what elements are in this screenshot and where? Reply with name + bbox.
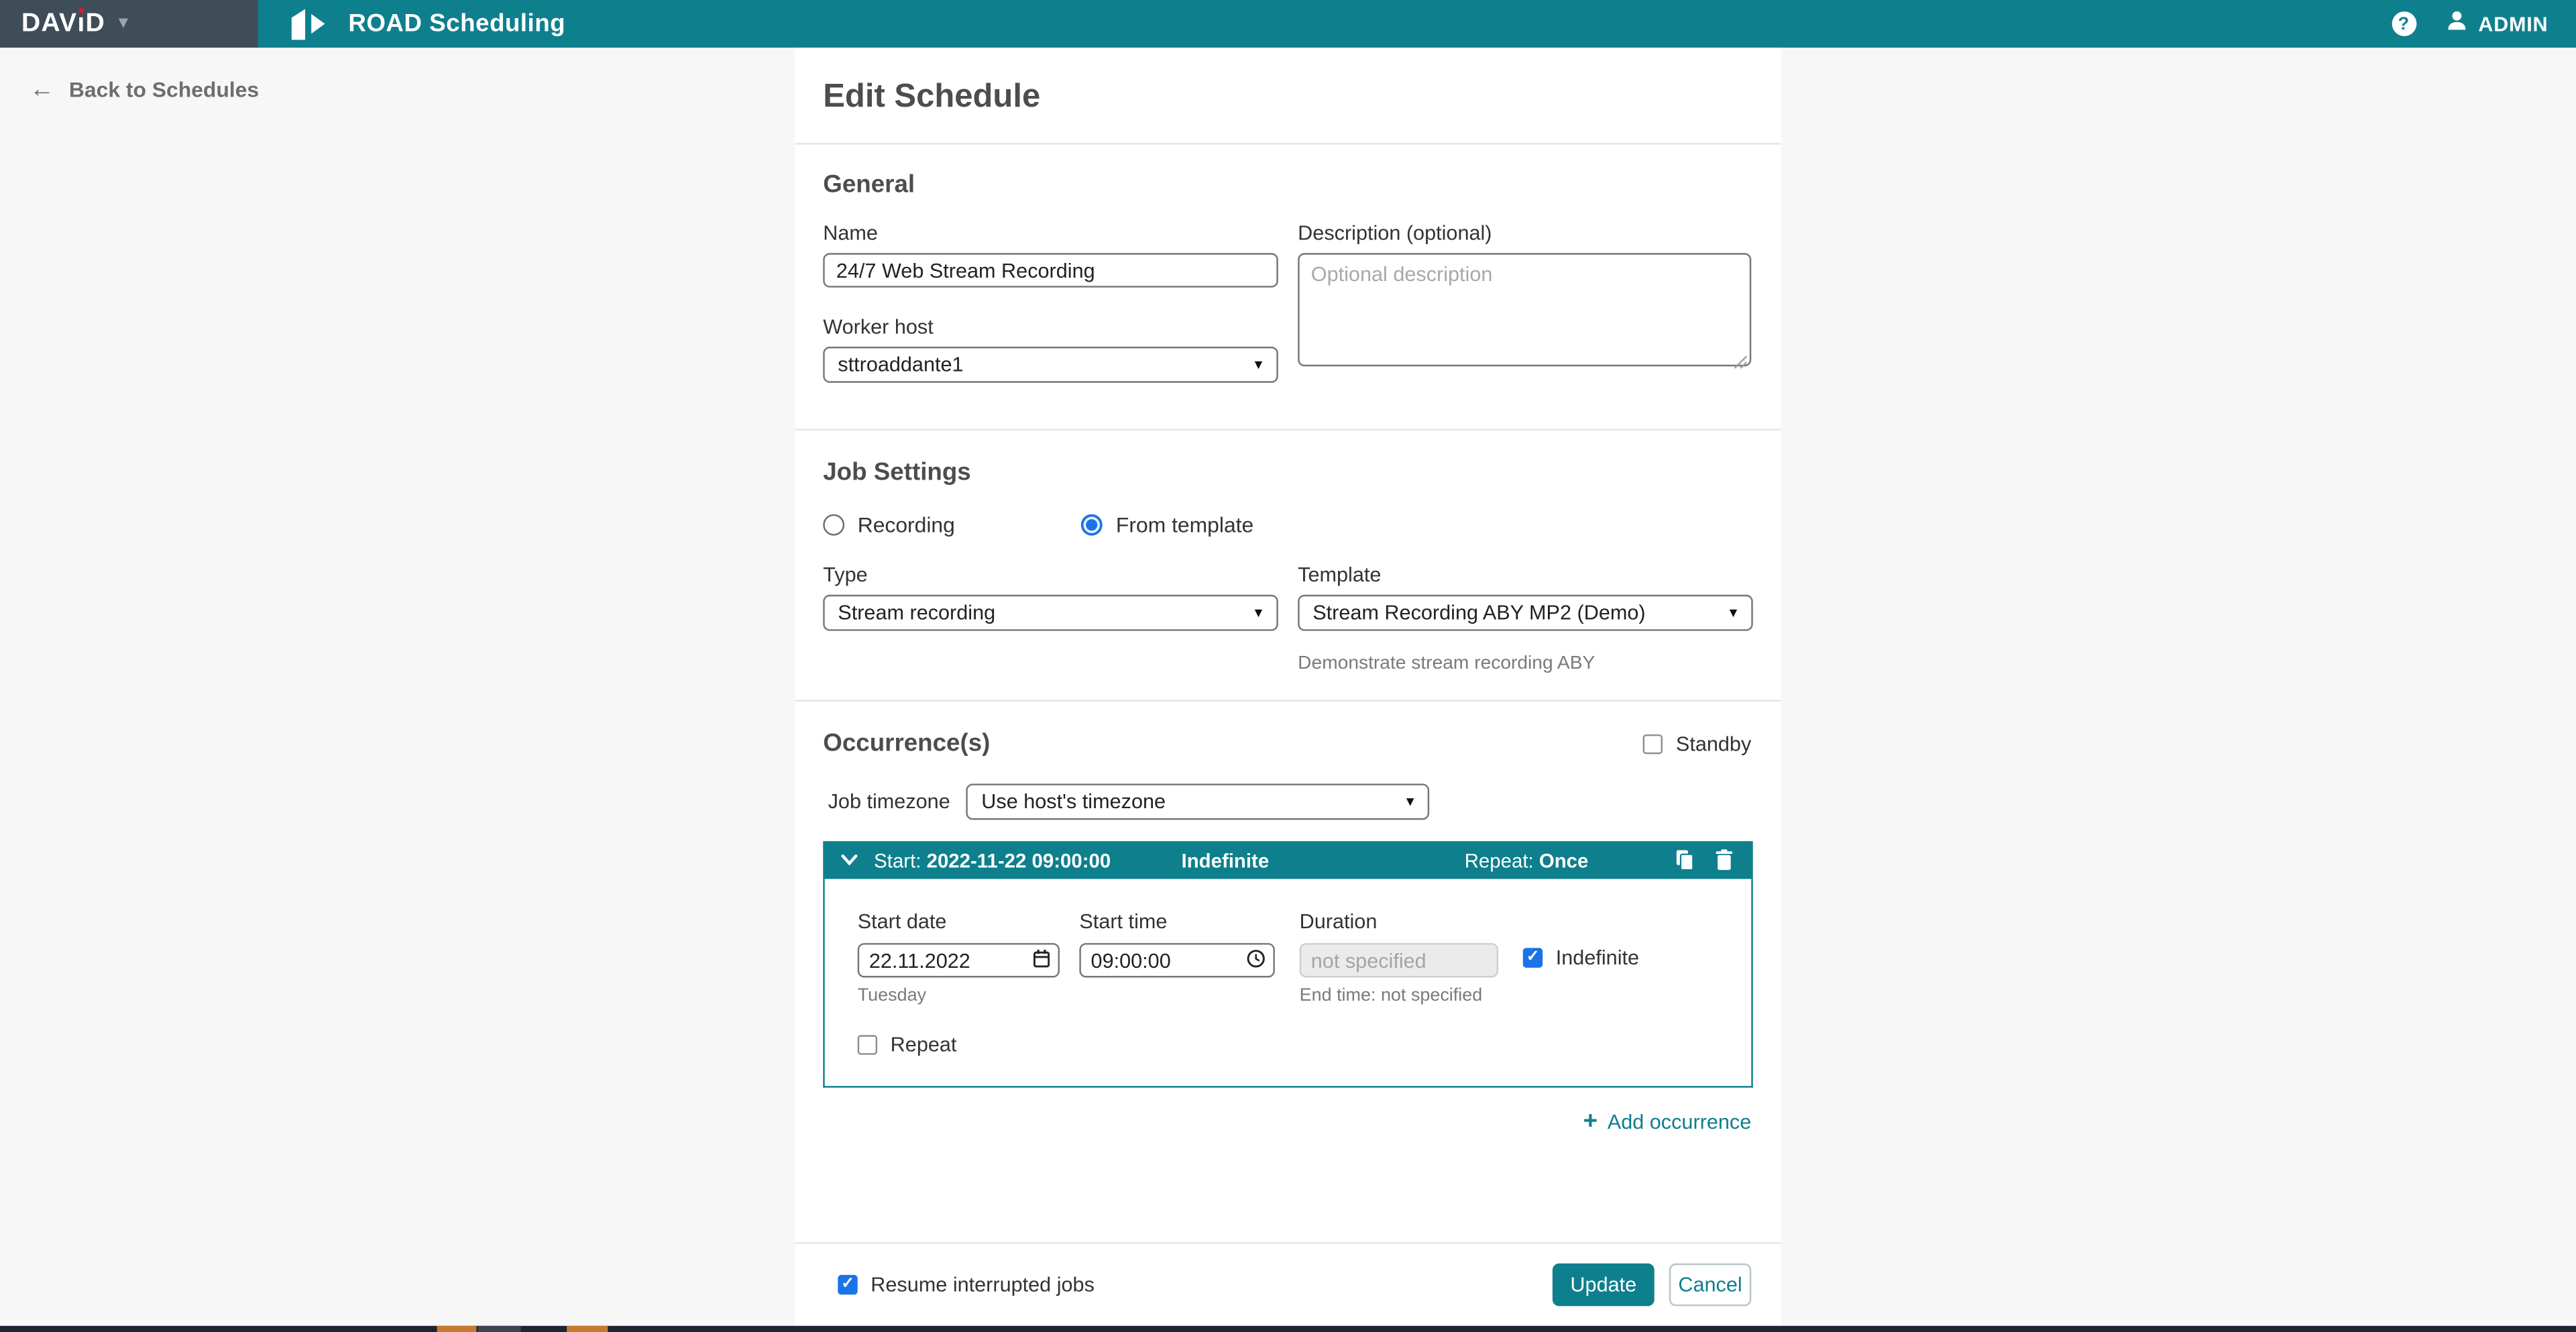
delete-occurrence-icon[interactable]: [1715, 849, 1733, 871]
card-footer: ✓ Resume interrupted jobs Update Cancel: [795, 1242, 1781, 1326]
name-input[interactable]: [823, 253, 1278, 287]
occurrence-header[interactable]: Start: 2022-11-22 09:00:00 Indefinite Re…: [823, 841, 1752, 879]
david-logo: DAVıD: [21, 11, 105, 37]
repeat-label: Repeat: [891, 1034, 957, 1056]
select-arrow-icon: ▼: [1252, 606, 1265, 620]
back-to-schedules-link[interactable]: ← Back to Schedules: [30, 77, 259, 102]
duration-input-disabled: not specified: [1300, 943, 1498, 977]
template-label: Template: [1298, 563, 1753, 586]
job-timezone-select[interactable]: Use host's timezone ▼: [966, 783, 1430, 820]
divider: [795, 143, 1781, 144]
select-arrow-icon: ▼: [1727, 606, 1740, 620]
taskbar-accent-2: [478, 1326, 521, 1332]
radio-recording[interactable]: Recording: [823, 512, 955, 537]
occurrence-body: Start date: [823, 879, 1752, 1088]
radio-from-template-label: From template: [1116, 512, 1253, 537]
indefinite-checkbox-row[interactable]: ✓ Indefinite: [1523, 940, 1639, 974]
start-date-input[interactable]: [858, 943, 1060, 977]
arrow-left-icon: ←: [30, 79, 54, 101]
description-textarea[interactable]: [1298, 253, 1751, 366]
start-time-label: Start time: [1079, 910, 1275, 933]
top-bar: DAVıD ▼ ROAD Scheduling ? ADMIN: [0, 0, 2576, 48]
david-logo-red-dot-icon: [79, 7, 84, 12]
plus-icon: +: [1583, 1112, 1598, 1131]
page-title: Edit Schedule: [823, 48, 1751, 143]
edit-schedule-card: Edit Schedule General Name Worker host s…: [795, 48, 1781, 1326]
david-logo-i: ı: [77, 11, 85, 37]
description-label: Description (optional): [1298, 222, 1753, 245]
type-label: Type: [823, 563, 1278, 586]
screen: DAVıD ▼ ROAD Scheduling ? ADMIN ← Back: [0, 0, 2576, 1332]
duration-label: Duration: [1300, 910, 1498, 933]
template-select[interactable]: Stream Recording ABY MP2 (Demo) ▼: [1298, 595, 1753, 631]
general-section-heading: General: [823, 171, 1751, 199]
radio-recording-icon[interactable]: [823, 514, 844, 536]
type-select[interactable]: Stream recording ▼: [823, 595, 1278, 631]
add-occurrence-label: Add occurrence: [1608, 1111, 1751, 1133]
radio-recording-label: Recording: [858, 512, 955, 537]
person-icon: [2444, 7, 2469, 40]
indefinite-label: Indefinite: [1556, 946, 1639, 968]
help-icon[interactable]: ?: [2391, 11, 2416, 36]
divider: [795, 700, 1781, 702]
worker-host-label: Worker host: [823, 315, 1278, 338]
end-time-note: End time: not specified: [1300, 986, 1498, 1005]
taskbar-strip: [0, 1326, 2576, 1332]
job-timezone-label: Job timezone: [828, 790, 950, 813]
template-hint: Demonstrate stream recording ABY: [1298, 654, 1753, 673]
david-logo-text: DAV: [21, 11, 78, 37]
david-brand-menu[interactable]: DAVıD ▼: [0, 0, 258, 48]
taskbar-accent-1: [437, 1326, 477, 1332]
job-settings-heading: Job Settings: [823, 458, 1751, 486]
name-label: Name: [823, 222, 1278, 245]
cancel-button[interactable]: Cancel: [1669, 1264, 1751, 1307]
radio-from-template-icon[interactable]: [1081, 514, 1103, 536]
back-link-label: Back to Schedules: [69, 77, 259, 102]
resume-checkbox-row[interactable]: ✓ Resume interrupted jobs: [838, 1273, 1095, 1296]
clock-icon[interactable]: [1247, 946, 1265, 975]
occurrences-heading: Occurrence(s): [823, 730, 990, 758]
start-date-label: Start date: [858, 910, 1060, 933]
occurrence-indefinite-flag: Indefinite: [1182, 848, 1270, 871]
start-date-weekday: Tuesday: [858, 986, 1060, 1005]
chevron-down-icon[interactable]: ▼: [115, 15, 131, 32]
repeat-checkbox[interactable]: [858, 1035, 877, 1054]
occurrence-panel: Start: 2022-11-22 09:00:00 Indefinite Re…: [823, 841, 1752, 1087]
select-arrow-icon: ▼: [1252, 357, 1265, 372]
collapse-chevron-icon[interactable]: [841, 854, 857, 866]
indefinite-checkbox[interactable]: ✓: [1523, 947, 1543, 966]
duplicate-occurrence-icon[interactable]: [1676, 849, 1694, 871]
select-arrow-icon: ▼: [1404, 794, 1416, 809]
start-time-input[interactable]: [1079, 943, 1275, 977]
standby-checkbox-row[interactable]: Standby: [1643, 732, 1751, 755]
resume-interrupted-jobs-label: Resume interrupted jobs: [871, 1273, 1095, 1296]
radio-from-template[interactable]: From template: [1081, 512, 1253, 537]
divider: [795, 429, 1781, 430]
road-logo-icon: [284, 7, 333, 41]
user-name: ADMIN: [2478, 12, 2548, 35]
user-menu[interactable]: ADMIN: [2444, 7, 2548, 40]
occurrence-repeat-text: Repeat: Once: [1465, 848, 1589, 871]
taskbar-accent-3: [567, 1326, 608, 1332]
repeat-checkbox-row[interactable]: Repeat: [858, 1034, 1752, 1056]
add-occurrence-link[interactable]: + Add occurrence: [1583, 1111, 1752, 1133]
standby-label: Standby: [1676, 732, 1751, 755]
app-title: ROAD Scheduling: [348, 10, 565, 38]
calendar-icon[interactable]: [1033, 946, 1050, 975]
standby-checkbox[interactable]: [1643, 734, 1663, 753]
update-button[interactable]: Update: [1553, 1264, 1655, 1307]
occurrence-start-text: Start: 2022-11-22 09:00:00: [874, 848, 1111, 871]
worker-host-select[interactable]: sttroaddante1 ▼: [823, 347, 1278, 383]
resume-interrupted-jobs-checkbox[interactable]: ✓: [838, 1275, 857, 1294]
